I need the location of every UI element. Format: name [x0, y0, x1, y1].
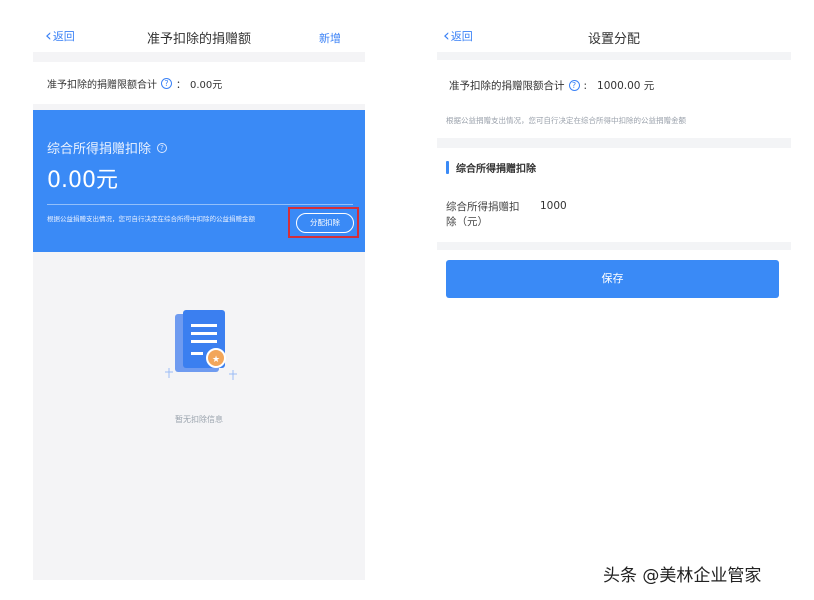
card-amount: 0.00元 — [47, 168, 118, 193]
card-description: 根据公益捐赠支出情况，您可自行决定在综合所得中扣除的公益捐赠金额 — [47, 215, 255, 223]
limit-total-row: 准予扣除的捐赠限额合计 ? ： 0.00元 — [33, 62, 365, 104]
section-accent-bar — [446, 161, 449, 174]
divider-strip — [437, 52, 791, 60]
card-divider — [47, 204, 353, 205]
comprehensive-income-card: 综合所得捐赠扣除 ? 0.00元 根据公益捐赠支出情况，您可自行决定在综合所得中… — [33, 110, 365, 252]
limit-total-separator: : — [583, 79, 588, 92]
empty-text: 暂无扣除信息 — [175, 415, 223, 424]
question-circle-icon[interactable]: ? — [568, 80, 580, 91]
allocate-deduction-button[interactable]: 分配扣除 — [296, 213, 354, 233]
page-title: 设置分配 — [587, 32, 640, 47]
svg-text:★: ★ — [212, 355, 220, 365]
document-badge-icon: ★ — [165, 310, 237, 380]
deduction-amount-input[interactable]: 1000 — [540, 200, 567, 212]
card-title-label: 综合所得捐赠扣除 — [47, 142, 152, 157]
question-circle-icon[interactable]: ? — [161, 77, 172, 89]
deduction-field-label: 综合所得捐赠扣除（元） — [446, 201, 520, 228]
watermark-text: 头条 @美林企业管家 — [603, 566, 762, 586]
nav-bar: ‹ 返回 设置分配 — [437, 0, 791, 52]
set-allocation-screen: ‹ 返回 设置分配 准予扣除的捐赠限额合计 ? : 1000.00 元 根据公益… — [437, 0, 791, 580]
limit-total-row: 准予扣除的捐赠限额合计 ? : 1000.00 元 — [449, 78, 654, 93]
divider-strip — [437, 242, 791, 250]
deduction-list-screen: ‹ 返回 准予扣除的捐赠额 新增 准予扣除的捐赠限额合计 ? ： 0.00元 综… — [33, 0, 365, 580]
allocation-description: 根据公益捐赠支出情况，您可自行决定在综合所得中扣除的公益捐赠金额 — [446, 116, 686, 125]
empty-state: ★ 暂无扣除信息 — [33, 300, 365, 450]
page-title: 准予扣除的捐赠额 — [146, 32, 251, 47]
nav-bar: ‹ 返回 准予扣除的捐赠额 新增 — [33, 0, 365, 52]
section-title: 综合所得捐赠扣除 — [456, 164, 536, 175]
divider-strip — [437, 138, 791, 148]
limit-total-value: 0.00元 — [190, 79, 223, 91]
limit-total-label: 准予扣除的捐赠限额合计 — [449, 80, 565, 92]
add-button[interactable]: 新增 — [319, 30, 341, 46]
question-circle-icon[interactable]: ? — [157, 142, 168, 153]
save-button[interactable]: 保存 — [446, 260, 779, 298]
limit-total-label: 准予扣除的捐赠限额合计 — [47, 79, 157, 91]
limit-total-value: 1000.00 元 — [597, 80, 655, 92]
limit-total-separator: ： — [176, 79, 186, 91]
card-title: 综合所得捐赠扣除 ? — [47, 138, 168, 157]
section-header: 综合所得捐赠扣除 — [446, 160, 536, 175]
